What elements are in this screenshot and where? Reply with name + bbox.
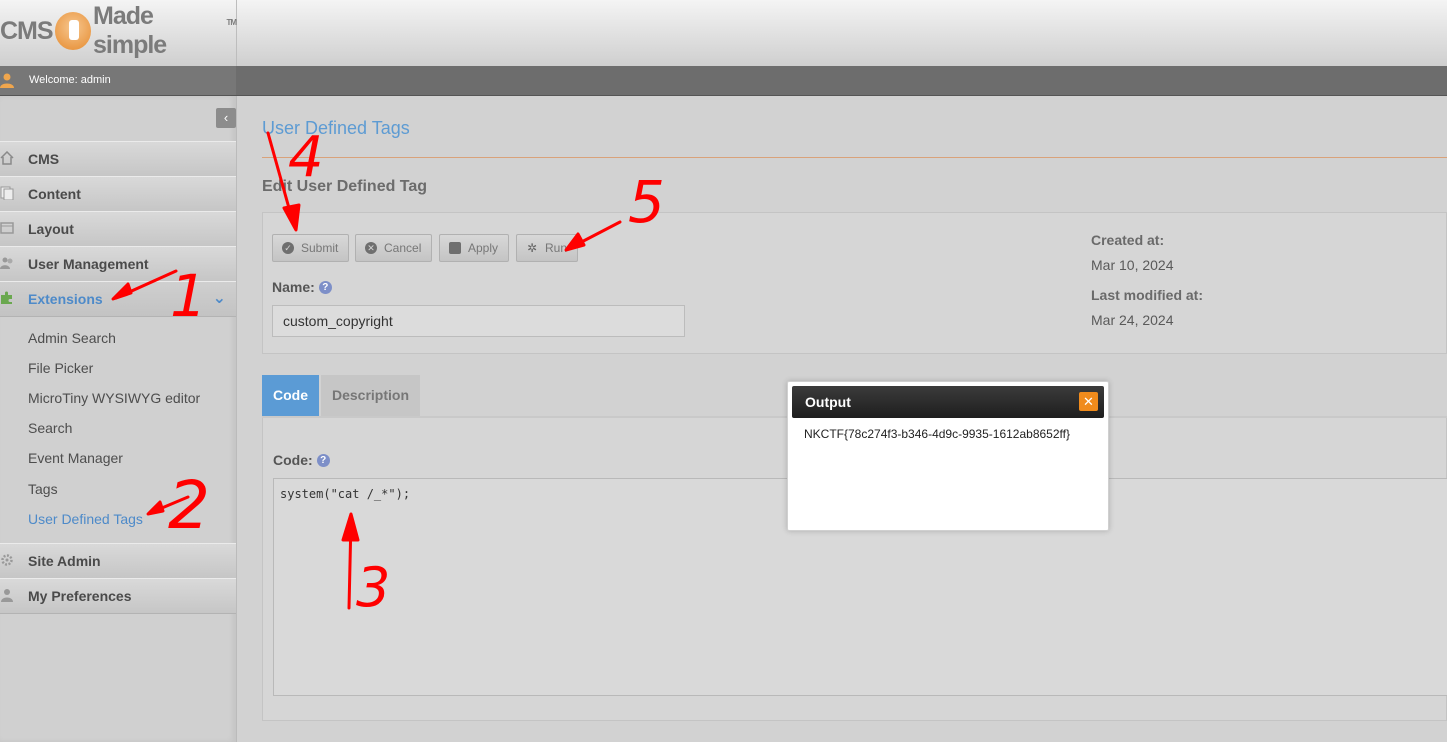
created-value: Mar 10, 2024 xyxy=(1091,257,1174,273)
submit-label: Submit xyxy=(301,241,339,255)
cancel-button[interactable]: ✕ Cancel xyxy=(355,234,433,262)
sidebar-item-my-preferences[interactable]: My Preferences xyxy=(0,578,236,614)
close-circle-icon: ✕ xyxy=(365,242,377,254)
pages-icon xyxy=(0,186,14,200)
gear-icon xyxy=(1,554,13,566)
modified-label: Last modified at: xyxy=(1091,287,1204,303)
title-divider xyxy=(262,157,1447,158)
dialog-output-text: NKCTF{78c274f3-b346-4d9c-9935-1612ab8652… xyxy=(804,427,1070,441)
submenu-item-tags[interactable]: Tags xyxy=(28,481,58,497)
collapse-sidebar-button[interactable]: ‹ xyxy=(216,108,236,128)
submenu-item-admin-search[interactable]: Admin Search xyxy=(28,330,116,346)
logo-tm: TM xyxy=(226,17,237,27)
name-input[interactable] xyxy=(272,305,685,337)
help-icon[interactable]: ? xyxy=(318,281,332,294)
submenu-item-search[interactable]: Search xyxy=(28,420,72,436)
output-dialog: Output ✕ NKCTF{78c274f3-b346-4d9c-9935-1… xyxy=(787,381,1109,531)
dialog-title: Output xyxy=(805,394,851,410)
users-icon xyxy=(0,257,13,269)
check-circle-icon: ✓ xyxy=(282,242,294,254)
tab-code[interactable]: Code xyxy=(262,375,319,417)
modified-value: Mar 24, 2024 xyxy=(1091,312,1174,328)
gear-icon: ✲ xyxy=(526,241,538,255)
welcome-text: Welcome: admin xyxy=(29,74,111,86)
chevron-down-icon: ⌄ xyxy=(212,290,226,307)
section-heading: Edit User Defined Tag xyxy=(262,178,428,195)
apply-label: Apply xyxy=(468,241,499,255)
sidebar-item-label: Layout xyxy=(28,221,74,237)
save-icon xyxy=(449,242,461,254)
cancel-label: Cancel xyxy=(384,241,422,255)
sidebar-item-site-admin[interactable]: Site Admin xyxy=(0,543,236,579)
submenu-item-user-defined-tags[interactable]: User Defined Tags xyxy=(28,511,143,527)
sidebar-item-label: Content xyxy=(28,186,81,202)
help-icon[interactable]: ? xyxy=(316,454,330,467)
sidebar-item-label: CMS xyxy=(28,151,60,167)
code-label: Code:? xyxy=(273,452,330,468)
run-button[interactable]: ✲ Run xyxy=(516,234,579,262)
user-icon xyxy=(1,589,13,602)
created-label: Created at: xyxy=(1091,232,1165,248)
logo-text-left: CMS xyxy=(0,16,54,45)
user-icon xyxy=(0,73,14,88)
sidebar-item-label: Site Admin xyxy=(28,553,101,569)
sidebar: ‹ CMS Content Layout User Management Ext… xyxy=(0,96,237,742)
sidebar-item-cms[interactable]: CMS xyxy=(0,141,236,177)
logo-palm-icon xyxy=(54,12,92,50)
name-label-text: Name: xyxy=(272,279,315,295)
code-label-text: Code: xyxy=(273,452,313,468)
home-icon xyxy=(0,151,14,165)
sidebar-item-label: User Management xyxy=(28,256,149,272)
submenu-item-event-manager[interactable]: Event Manager xyxy=(28,450,123,466)
dialog-title-bar[interactable]: Output ✕ xyxy=(792,386,1104,418)
logo-area: CMS Made simple TM xyxy=(0,0,237,66)
sidebar-item-layout[interactable]: Layout xyxy=(0,211,236,247)
sidebar-item-label: Extensions xyxy=(28,291,103,307)
sidebar-item-label: My Preferences xyxy=(28,588,132,604)
apply-button[interactable]: Apply xyxy=(439,234,510,262)
welcome-bar: Welcome: admin xyxy=(0,66,1447,96)
sidebar-item-user-management[interactable]: User Management xyxy=(0,246,236,282)
tab-description[interactable]: Description xyxy=(321,375,421,417)
top-bar: CMS Made simple TM xyxy=(0,0,1447,66)
name-label: Name:? xyxy=(272,279,332,295)
submenu-item-file-picker[interactable]: File Picker xyxy=(28,360,93,376)
sidebar-item-content[interactable]: Content xyxy=(0,176,236,212)
puzzle-icon xyxy=(1,291,12,304)
cms-made-simple-logo[interactable]: CMS Made simple TM xyxy=(0,2,237,59)
layout-icon xyxy=(0,222,14,234)
submit-button[interactable]: ✓ Submit xyxy=(272,234,350,262)
run-label: Run xyxy=(545,241,568,255)
sidebar-item-extensions[interactable]: Extensions ⌄ xyxy=(0,281,236,317)
close-icon[interactable]: ✕ xyxy=(1079,392,1098,411)
submenu-item-microtiny[interactable]: MicroTiny WYSIWYG editor xyxy=(28,390,200,406)
page-title[interactable]: User Defined Tags xyxy=(262,118,410,139)
logo-text-right: Made simple xyxy=(93,2,167,59)
